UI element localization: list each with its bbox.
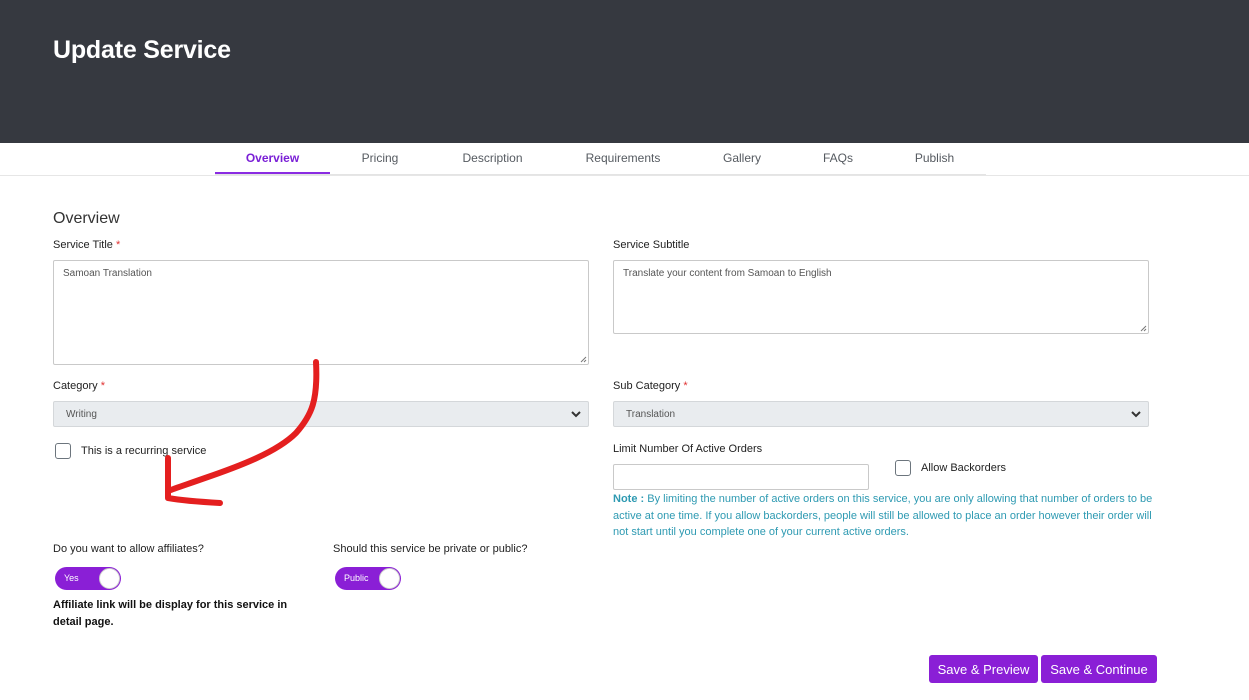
- privacy-toggle[interactable]: Public: [335, 567, 401, 590]
- required-mark: *: [683, 380, 688, 392]
- tab-description[interactable]: Description: [430, 143, 555, 174]
- sub-category-select[interactable]: Translation: [613, 401, 1149, 427]
- category-label-text: Category: [53, 380, 98, 392]
- tab-publish[interactable]: Publish: [883, 143, 986, 174]
- required-mark: *: [100, 380, 105, 392]
- service-title-value: Samoan Translation: [63, 268, 152, 279]
- chevron-down-icon: [1131, 411, 1141, 418]
- privacy-toggle-label: Public: [344, 573, 369, 583]
- limit-orders-label: Limit Number Of Active Orders: [613, 443, 763, 455]
- service-subtitle-value: Translate your content from Samoan to En…: [623, 268, 832, 279]
- recurring-label: This is a recurring service: [81, 445, 207, 457]
- affiliates-toggle[interactable]: Yes: [55, 567, 121, 590]
- tab-overview[interactable]: Overview: [215, 143, 330, 174]
- resize-handle-icon[interactable]: [580, 356, 587, 363]
- allow-backorders-label: Allow Backorders: [921, 462, 1006, 474]
- tab-gallery[interactable]: Gallery: [691, 143, 793, 174]
- page-title: Update Service: [53, 36, 231, 64]
- save-preview-button[interactable]: Save & Preview: [929, 655, 1038, 683]
- save-continue-button[interactable]: Save & Continue: [1041, 655, 1157, 683]
- tab-divider: [215, 174, 986, 175]
- tab-requirements[interactable]: Requirements: [555, 143, 691, 174]
- sub-category-label: Sub Category *: [613, 380, 688, 392]
- privacy-question: Should this service be private or public…: [333, 543, 528, 555]
- toggle-knob: [99, 568, 120, 589]
- page-header: Update Service: [0, 0, 1249, 143]
- affiliates-toggle-label: Yes: [64, 573, 79, 583]
- recurring-checkbox[interactable]: [55, 443, 71, 459]
- tab-pricing[interactable]: Pricing: [330, 143, 430, 174]
- chevron-down-icon: [571, 411, 581, 418]
- required-mark: *: [115, 239, 121, 251]
- category-value: Writing: [66, 409, 97, 420]
- tabs: Overview Pricing Description Requirement…: [215, 143, 986, 174]
- sub-category-label-text: Sub Category: [613, 380, 681, 392]
- service-title-label-text: Service Title: [53, 239, 113, 251]
- tab-faqs[interactable]: FAQs: [793, 143, 883, 174]
- service-subtitle-label: Service Subtitle: [613, 239, 690, 251]
- service-title-input[interactable]: Samoan Translation: [53, 260, 589, 365]
- note-prefix: Note :: [613, 493, 645, 505]
- limit-orders-input[interactable]: [613, 464, 869, 490]
- toggle-knob: [379, 568, 400, 589]
- sub-category-value: Translation: [626, 409, 676, 420]
- note-text: By limiting the number of active orders …: [613, 493, 1153, 538]
- category-label: Category *: [53, 380, 105, 392]
- allow-backorders-checkbox[interactable]: [895, 460, 911, 476]
- service-title-label: Service Title *: [53, 239, 120, 251]
- service-subtitle-input[interactable]: Translate your content from Samoan to En…: [613, 260, 1149, 334]
- orders-note: Note : By limiting the number of active …: [613, 491, 1153, 541]
- affiliates-note: Affiliate link will be display for this …: [53, 599, 288, 628]
- category-select[interactable]: Writing: [53, 401, 589, 427]
- tab-bar: Overview Pricing Description Requirement…: [0, 143, 1249, 176]
- resize-handle-icon[interactable]: [1140, 325, 1147, 332]
- affiliates-question: Do you want to allow affiliates?: [53, 543, 204, 555]
- section-title: Overview: [53, 210, 120, 227]
